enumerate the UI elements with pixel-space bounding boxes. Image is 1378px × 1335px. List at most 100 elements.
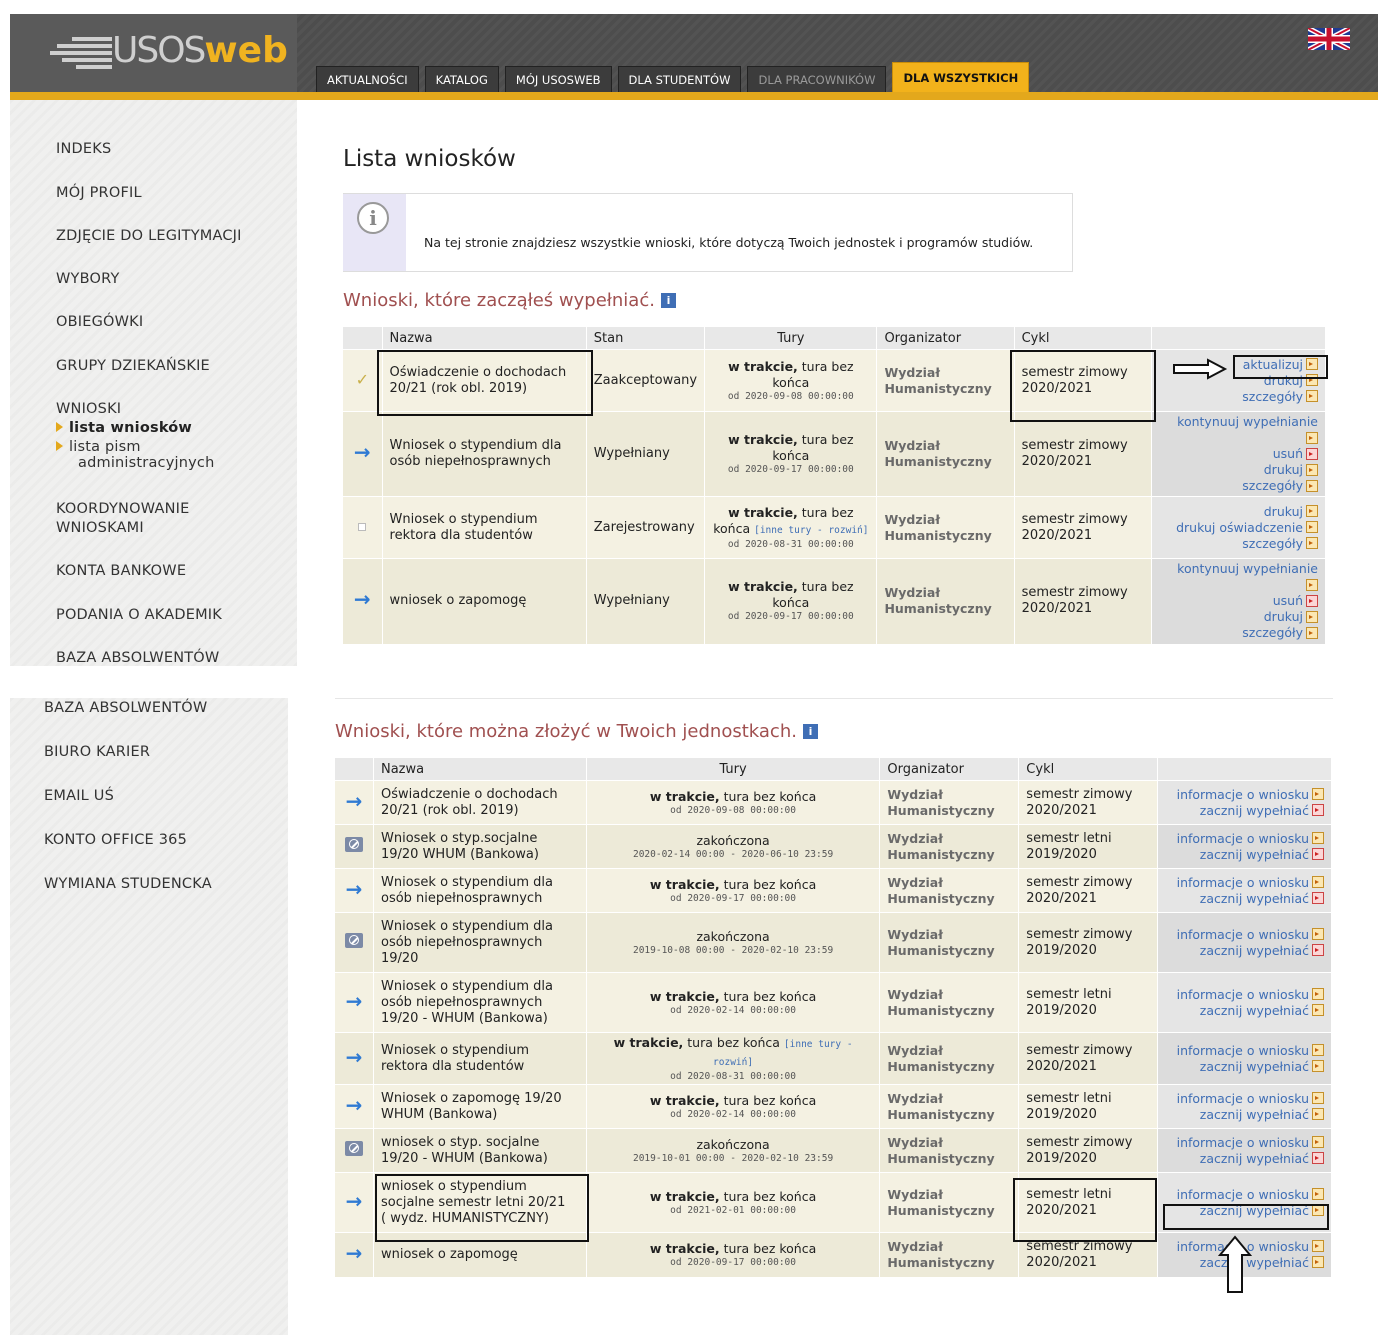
arrow-right-icon[interactable]: → — [335, 972, 374, 1033]
arrow-right-icon[interactable] — [1306, 521, 1318, 533]
arrow-right-icon[interactable] — [1312, 876, 1324, 888]
arrow-right-icon[interactable] — [1312, 1004, 1324, 1016]
arrow-right-icon[interactable] — [1312, 1108, 1324, 1120]
arrow-right-icon[interactable] — [1312, 1060, 1324, 1072]
sidebar-subitem-lista-wnioskow[interactable]: lista wniosków — [56, 420, 192, 436]
sidebar-item-biuro-karier[interactable]: BIURO KARIER — [44, 744, 150, 760]
sidebar-item-wnioski[interactable]: WNIOSKI — [56, 401, 121, 417]
start-filling-link[interactable]: zacznij wypełniać — [1200, 847, 1309, 862]
print-link[interactable]: drukuj — [1264, 462, 1303, 477]
sidebar-subitem-lista-pism[interactable]: lista pism administracyjnych — [56, 439, 214, 471]
sidebar-item-email[interactable]: EMAIL UŚ — [44, 788, 114, 804]
continue-link[interactable]: kontynuuj wypełnianie — [1177, 414, 1318, 429]
print-link[interactable]: drukuj — [1264, 504, 1303, 519]
sidebar-item-wybory[interactable]: WYBORY — [56, 271, 120, 287]
start-filling-link[interactable]: zacznij wypełniać — [1200, 1059, 1309, 1074]
delete-icon[interactable] — [1306, 447, 1318, 460]
arrow-right-icon[interactable]: → — [343, 411, 383, 497]
sidebar-item-podania-akademik[interactable]: PODANIA O AKADEMIK — [56, 607, 222, 623]
tab-katalog[interactable]: KATALOG — [424, 66, 499, 93]
arrow-right-icon[interactable] — [1306, 578, 1318, 591]
print-statement-link[interactable]: drukuj oświadczenie — [1176, 520, 1303, 535]
start-filling-link[interactable]: zacznij wypełniać — [1200, 943, 1309, 958]
delete-link[interactable]: usuń — [1273, 593, 1303, 608]
sidebar-item-moj-profil[interactable]: MÓJ PROFIL — [56, 185, 142, 201]
tab-dla-wszystkich[interactable]: DLA WSZYSTKICH — [892, 62, 1030, 93]
application-info-link[interactable]: informacje o wniosku — [1177, 987, 1309, 1002]
continue-link[interactable]: kontynuuj wypełnianie — [1177, 561, 1318, 576]
start-filling-link[interactable]: zacznij wypełniać — [1200, 803, 1309, 818]
sidebar-item-zdjecie[interactable]: ZDJĘCIE DO LEGITYMACJI — [56, 228, 242, 244]
sidebar-item-konta-bankowe[interactable]: KONTA BANKOWE — [56, 563, 186, 579]
arrow-right-icon[interactable]: → — [335, 780, 374, 825]
arrow-right-icon[interactable]: → — [335, 1084, 374, 1129]
arrow-right-icon[interactable] — [1312, 832, 1324, 844]
arrow-right-icon[interactable] — [1312, 1044, 1324, 1056]
arrow-right-icon[interactable]: → — [343, 558, 383, 644]
arrow-right-icon[interactable] — [1306, 431, 1318, 444]
arrow-right-icon[interactable] — [1312, 788, 1324, 800]
arrow-right-icon[interactable] — [1312, 1256, 1324, 1269]
uk-flag-icon[interactable] — [1308, 28, 1350, 50]
sidebar-item-obiegowki[interactable]: OBIEGÓWKI — [56, 314, 143, 330]
info-icon[interactable]: i — [802, 723, 818, 739]
tab-dla-studentow[interactable]: DLA STUDENTÓW — [617, 66, 742, 93]
application-info-link[interactable]: informacje o wniosku — [1177, 831, 1309, 846]
details-link[interactable]: szczegóły — [1242, 389, 1303, 404]
arrow-right-icon[interactable] — [1306, 374, 1318, 386]
arrow-right-icon[interactable] — [1306, 479, 1318, 492]
start-filling-link[interactable]: zacznij wypełniać — [1200, 1003, 1309, 1018]
arrow-right-icon[interactable] — [1306, 390, 1318, 402]
info-icon[interactable]: i — [660, 292, 676, 308]
arrow-right-icon[interactable]: → — [335, 1032, 374, 1085]
start-filling-link[interactable]: zacznij wypełniać — [1200, 1255, 1309, 1270]
details-link[interactable]: szczegóły — [1242, 478, 1303, 493]
arrow-right-icon[interactable]: → — [335, 1172, 374, 1233]
application-info-link[interactable]: informacje o wniosku — [1177, 1091, 1309, 1106]
arrow-right-icon[interactable] — [1306, 463, 1318, 476]
arrow-right-icon[interactable] — [1312, 988, 1324, 1000]
start-filling-link[interactable]: zacznij wypełniać — [1200, 1107, 1309, 1122]
tab-moj-usosweb[interactable]: MÓJ USOSWEB — [504, 66, 612, 93]
print-link[interactable]: drukuj — [1264, 373, 1303, 388]
application-info-link[interactable]: informacje o wniosku — [1177, 1135, 1309, 1150]
arrow-right-icon[interactable] — [1312, 1240, 1324, 1253]
sidebar-item-koordynowanie[interactable]: KOORDYNOWANIE WNIOSKAMI — [56, 500, 189, 538]
sidebar-item-wymiana[interactable]: WYMIANA STUDENCKA — [44, 876, 212, 892]
arrow-right-icon[interactable] — [1306, 358, 1318, 370]
details-link[interactable]: szczegóły — [1242, 625, 1303, 640]
start-filling-link[interactable]: zacznij wypełniać — [1200, 891, 1309, 906]
arrow-right-icon[interactable] — [1306, 537, 1318, 549]
application-info-link[interactable]: informacje o wniosku — [1177, 927, 1309, 942]
arrow-right-icon[interactable] — [1306, 505, 1318, 517]
delete-icon[interactable] — [1312, 892, 1324, 904]
usosweb-logo[interactable]: USOS web — [50, 30, 288, 71]
sidebar-item-office365[interactable]: KONTO OFFICE 365 — [44, 832, 187, 848]
sidebar-item-baza-absolwentow[interactable]: BAZA ABSOLWENTÓW — [44, 700, 207, 716]
start-filling-link[interactable]: zacznij wypełniać — [1200, 1151, 1309, 1166]
delete-icon[interactable] — [1312, 804, 1324, 816]
arrow-right-icon[interactable] — [1312, 928, 1324, 940]
delete-icon[interactable] — [1312, 944, 1324, 956]
delete-icon[interactable] — [1312, 1152, 1324, 1164]
delete-icon[interactable] — [1306, 594, 1318, 607]
arrow-right-icon[interactable]: → — [335, 1232, 374, 1277]
arrow-right-icon[interactable]: → — [335, 868, 374, 913]
sidebar-item-grupy[interactable]: GRUPY DZIEKAŃSKIE — [56, 358, 210, 374]
sidebar-item-indeks[interactable]: INDEKS — [56, 141, 111, 157]
print-link[interactable]: drukuj — [1264, 609, 1303, 624]
arrow-right-icon[interactable] — [1306, 626, 1318, 639]
tab-aktualnosci[interactable]: AKTUALNOŚCI — [316, 66, 419, 93]
arrow-right-icon[interactable] — [1312, 1092, 1324, 1104]
application-info-link[interactable]: informacje o wniosku — [1177, 1187, 1309, 1202]
application-info-link[interactable]: informacje o wniosku — [1177, 787, 1309, 802]
more-rounds-link[interactable]: [inne tury - rozwiń] — [754, 525, 868, 536]
details-link[interactable]: szczegóły — [1242, 536, 1303, 551]
start-filling-link[interactable]: zacznij wypełniać — [1200, 1203, 1309, 1218]
arrow-right-icon[interactable] — [1306, 610, 1318, 623]
delete-link[interactable]: usuń — [1273, 446, 1303, 461]
delete-icon[interactable] — [1312, 848, 1324, 860]
arrow-right-icon[interactable] — [1312, 1136, 1324, 1148]
application-info-link[interactable]: informacje o wniosku — [1177, 875, 1309, 890]
application-info-link[interactable]: informacje o wniosku — [1177, 1043, 1309, 1058]
